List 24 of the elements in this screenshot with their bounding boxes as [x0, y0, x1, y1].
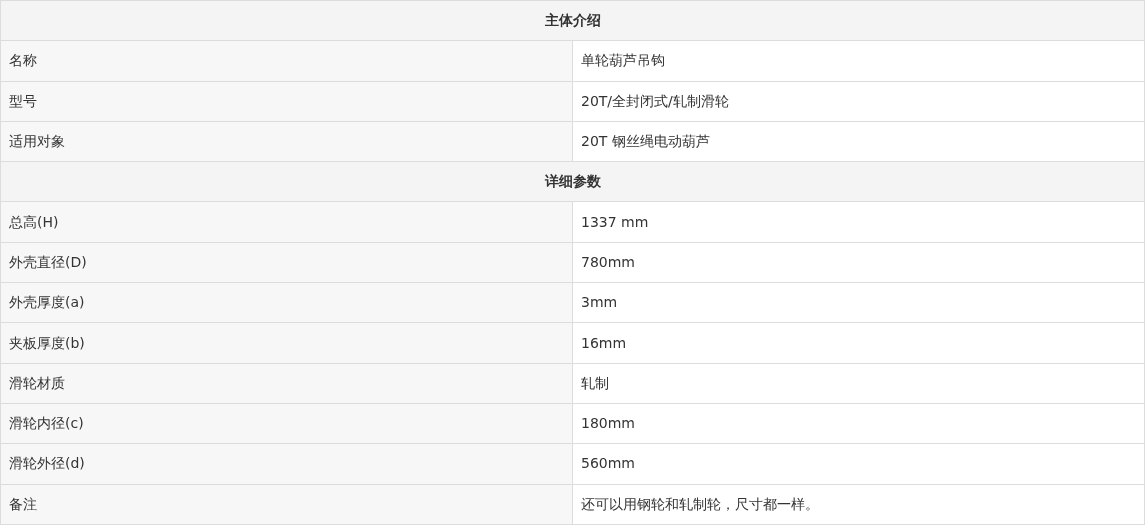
value-cell: 3mm — [572, 282, 1145, 323]
label-cell: 名称 — [0, 40, 573, 82]
label-cell: 外壳直径(D) — [0, 242, 573, 283]
label-cell: 总高(H) — [0, 202, 573, 243]
value-cell: 轧制 — [572, 363, 1145, 404]
label-cell: 滑轮内径(c) — [0, 403, 573, 444]
value-cell: 560mm — [572, 443, 1145, 485]
section-header: 详细参数 — [0, 161, 1145, 202]
label-cell: 型号 — [0, 81, 573, 122]
value-cell: 16mm — [572, 322, 1145, 364]
label-cell: 夹板厚度(b) — [0, 322, 573, 364]
value-cell: 还可以用钢轮和轧制轮，尺寸都一样。 — [572, 484, 1145, 525]
value-cell: 1337 mm — [572, 202, 1145, 243]
label-cell: 外壳厚度(a) — [0, 282, 573, 323]
label-cell: 滑轮外径(d) — [0, 443, 573, 485]
value-cell: 180mm — [572, 403, 1145, 444]
label-cell: 适用对象 — [0, 121, 573, 162]
value-cell: 单轮葫芦吊钩 — [572, 40, 1145, 82]
value-cell: 20T 钢丝绳电动葫芦 — [572, 121, 1145, 162]
section-header: 主体介绍 — [0, 0, 1145, 41]
value-cell: 780mm — [572, 242, 1145, 283]
label-cell: 备注 — [0, 484, 573, 525]
label-cell: 滑轮材质 — [0, 363, 573, 404]
value-cell: 20T/全封闭式/轧制滑轮 — [572, 81, 1145, 122]
